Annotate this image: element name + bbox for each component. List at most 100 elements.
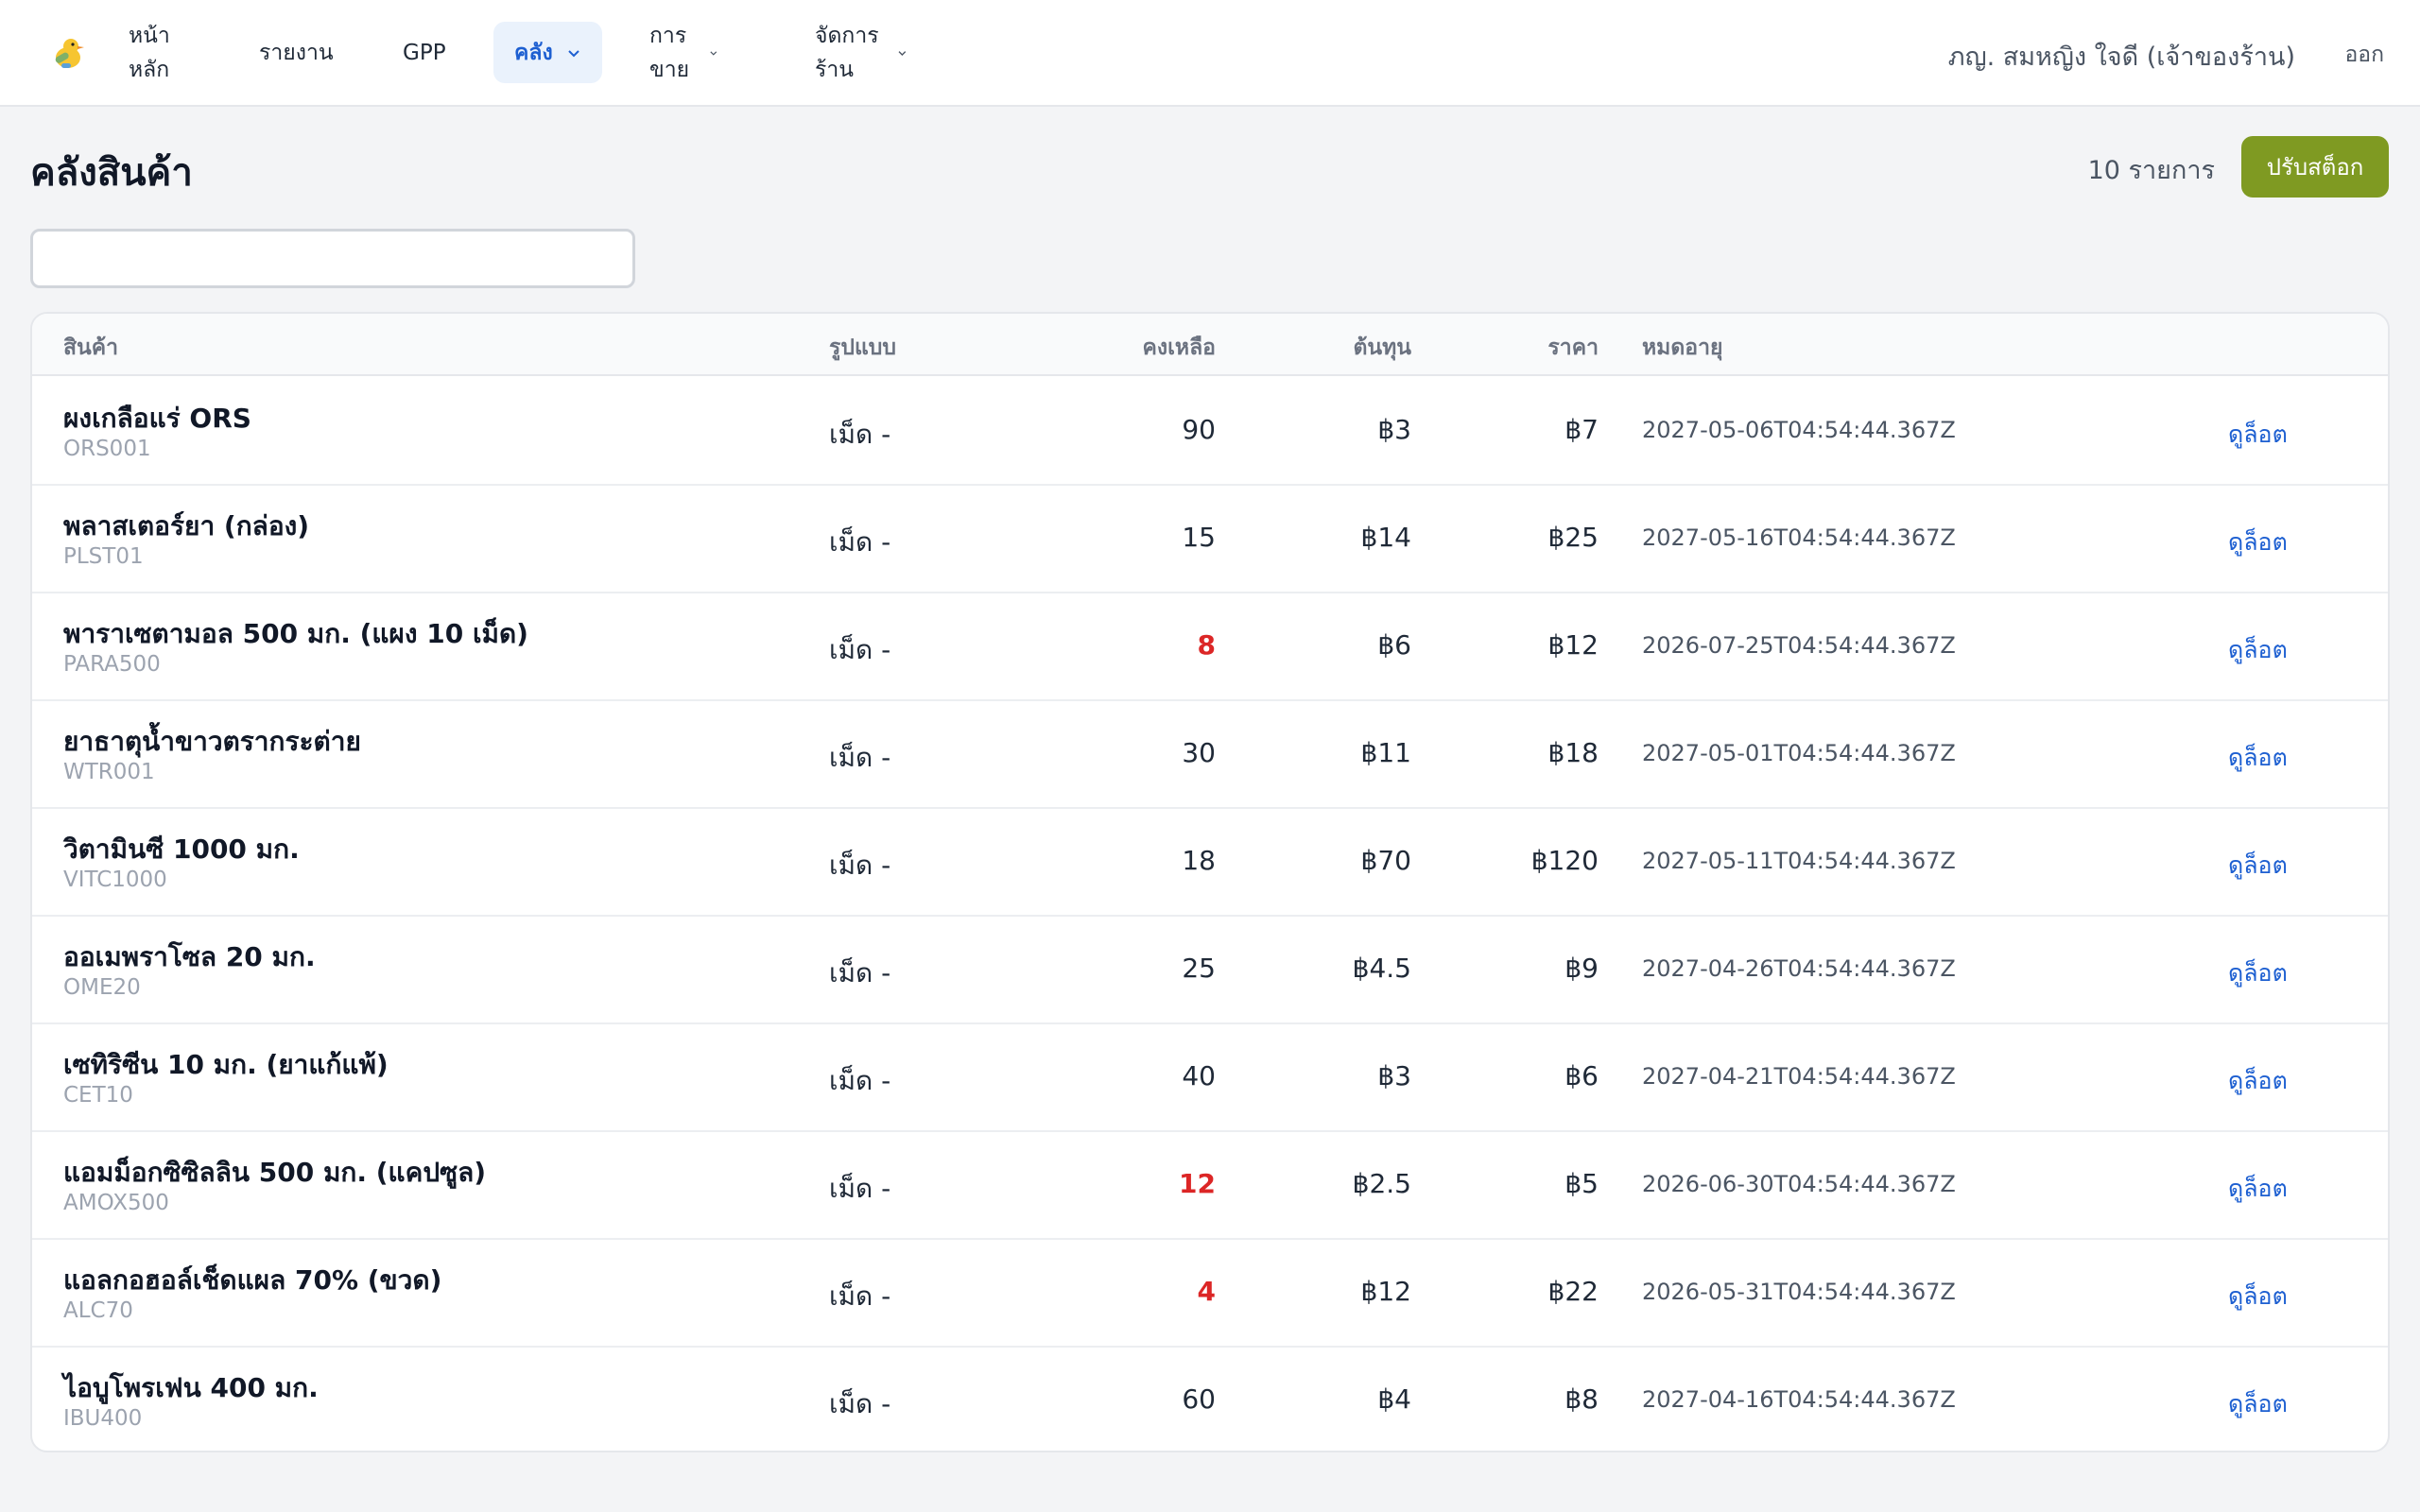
remaining-qty: 12 xyxy=(1179,1168,1216,1199)
view-lots-link[interactable]: ดูล็อต xyxy=(2228,954,2288,992)
nav-store-management-label: จัดการร้าน xyxy=(815,23,879,82)
product-code: IBU400 xyxy=(63,1406,143,1431)
product-code: PARA500 xyxy=(63,652,161,677)
header-form: รูปแบบ xyxy=(829,335,896,360)
product-form: เม็ด - xyxy=(829,1065,891,1096)
cost-value: ฿3 xyxy=(1377,1060,1411,1091)
nav-reports[interactable]: รายงาน xyxy=(238,22,354,83)
table-row: พาราเซตามอล 500 มก. (แผง 10 เม็ด) PARA50… xyxy=(32,593,2388,701)
nav-reports-label: รายงาน xyxy=(259,40,334,65)
remaining-qty: 15 xyxy=(1182,522,1216,553)
search-input[interactable] xyxy=(30,229,635,288)
view-lots-link[interactable]: ดูล็อต xyxy=(2228,847,2288,885)
product-code: ORS001 xyxy=(63,437,151,461)
cost-value: ฿4.5 xyxy=(1352,953,1411,984)
product-name: แอมม็อกซิซิลลิน 500 มก. (แคปซูล) xyxy=(63,1157,487,1188)
product-form: เม็ด - xyxy=(829,419,891,450)
view-lots-link[interactable]: ดูล็อต xyxy=(2228,1278,2288,1315)
price-value: ฿6 xyxy=(1564,1060,1599,1091)
price-value: ฿8 xyxy=(1564,1383,1599,1415)
nav-home[interactable]: หน้าหลัก xyxy=(108,22,191,83)
view-lots-link[interactable]: ดูล็อต xyxy=(2228,739,2288,777)
expiry-date: 2027-04-21T04:54:44.367Z xyxy=(1642,1063,1956,1090)
view-lots-link[interactable]: ดูล็อต xyxy=(2228,524,2288,561)
item-count: 10 รายการ xyxy=(2087,156,2215,185)
cost-value: ฿11 xyxy=(1360,737,1411,768)
chick-pill-icon[interactable] xyxy=(49,32,89,72)
cost-value: ฿4 xyxy=(1377,1383,1411,1415)
product-name: ออเมพราโซล 20 มก. xyxy=(63,941,316,972)
product-code: OME20 xyxy=(63,975,141,1000)
chevron-down-icon xyxy=(709,50,717,56)
price-value: ฿5 xyxy=(1564,1168,1599,1199)
expiry-date: 2026-07-25T04:54:44.367Z xyxy=(1642,632,1956,659)
header-cost: ต้นทุน xyxy=(1353,335,1411,360)
logout-link[interactable]: ออก xyxy=(2344,38,2384,72)
view-lots-link[interactable]: ดูล็อต xyxy=(2228,416,2288,454)
product-name: ไอบูโพรเฟน 400 มก. xyxy=(63,1372,319,1403)
product-form: เม็ด - xyxy=(829,526,891,558)
cost-value: ฿14 xyxy=(1360,522,1411,553)
cost-value: ฿2.5 xyxy=(1352,1168,1411,1199)
nav-sales[interactable]: การขาย xyxy=(629,22,738,83)
cost-value: ฿70 xyxy=(1360,845,1411,876)
product-code: WTR001 xyxy=(63,760,155,784)
expiry-date: 2026-06-30T04:54:44.367Z xyxy=(1642,1171,1956,1197)
nav-store-management[interactable]: จัดการร้าน xyxy=(794,22,928,83)
price-value: ฿25 xyxy=(1547,522,1599,553)
expiry-date: 2027-04-26T04:54:44.367Z xyxy=(1642,955,1956,982)
user-name: ภญ. สมหญิง ใจดี (เจ้าของร้าน) xyxy=(1947,43,2295,72)
nav-gpp[interactable]: GPP xyxy=(382,22,467,83)
nav-sales-label: การขาย xyxy=(649,23,690,82)
expiry-date: 2027-05-01T04:54:44.367Z xyxy=(1642,740,1956,766)
product-name: ยาธาตุน้ำขาวตรากระต่าย xyxy=(63,726,361,757)
view-lots-link[interactable]: ดูล็อต xyxy=(2228,631,2288,669)
table-row: เซทิริซีน 10 มก. (ยาแก้แพ้) CET10 เม็ด -… xyxy=(32,1024,2388,1132)
header-price: ราคา xyxy=(1547,335,1599,360)
chevron-down-icon xyxy=(898,50,907,56)
price-value: ฿22 xyxy=(1547,1276,1599,1307)
adjust-stock-button[interactable]: ปรับสต็อก xyxy=(2241,136,2389,198)
table-header: สินค้า รูปแบบ คงเหลือ ต้นทุน ราคา หมดอาย… xyxy=(32,314,2388,376)
remaining-qty: 18 xyxy=(1182,845,1216,876)
header-expiry: หมดอายุ xyxy=(1642,335,1723,360)
table-row: ผงเกลือแร่ ORS ORS001 เม็ด - 90 ฿3 ฿7 20… xyxy=(32,378,2388,486)
product-name: วิตามินซี 1000 มก. xyxy=(63,833,300,865)
price-value: ฿18 xyxy=(1547,737,1599,768)
remaining-qty: 60 xyxy=(1182,1383,1216,1415)
header-product: สินค้า xyxy=(63,335,119,360)
view-lots-link[interactable]: ดูล็อต xyxy=(2228,1385,2288,1423)
product-code: AMOX500 xyxy=(63,1191,169,1215)
remaining-qty: 30 xyxy=(1182,737,1216,768)
cost-value: ฿3 xyxy=(1377,414,1411,445)
product-name: เซทิริซีน 10 มก. (ยาแก้แพ้) xyxy=(63,1049,389,1080)
product-name: ผงเกลือแร่ ORS xyxy=(63,403,251,434)
chevron-down-icon xyxy=(568,49,579,57)
cost-value: ฿6 xyxy=(1377,629,1411,661)
price-value: ฿7 xyxy=(1564,414,1599,445)
top-nav-bar: หน้าหลัก รายงาน GPP คลัง การขาย จัดการร้… xyxy=(0,0,2420,107)
view-lots-link[interactable]: ดูล็อต xyxy=(2228,1062,2288,1100)
product-form: เม็ด - xyxy=(829,957,891,988)
expiry-date: 2027-05-16T04:54:44.367Z xyxy=(1642,524,1956,551)
remaining-qty: 8 xyxy=(1197,629,1216,661)
view-lots-link[interactable]: ดูล็อต xyxy=(2228,1170,2288,1208)
nav-gpp-label: GPP xyxy=(403,40,446,65)
nav-inventory-label: คลัง xyxy=(514,40,553,65)
nav-home-label: หน้าหลัก xyxy=(129,23,170,82)
table-row: แอลกอฮอล์เช็ดแผล 70% (ขวด) ALC70 เม็ด - … xyxy=(32,1240,2388,1348)
price-value: ฿120 xyxy=(1530,845,1599,876)
product-code: ALC70 xyxy=(63,1298,133,1323)
table-row: ไอบูโพรเฟน 400 มก. IBU400 เม็ด - 60 ฿4 ฿… xyxy=(32,1348,2388,1451)
expiry-date: 2027-05-11T04:54:44.367Z xyxy=(1642,848,1956,874)
nav-inventory[interactable]: คลัง xyxy=(493,22,602,83)
price-value: ฿9 xyxy=(1564,953,1599,984)
table-row: ออเมพราโซล 20 มก. OME20 เม็ด - 25 ฿4.5 ฿… xyxy=(32,917,2388,1024)
product-code: VITC1000 xyxy=(63,868,167,892)
remaining-qty: 4 xyxy=(1197,1276,1216,1307)
product-name: พาราเซตามอล 500 มก. (แผง 10 เม็ด) xyxy=(63,618,528,649)
product-form: เม็ด - xyxy=(829,1173,891,1204)
remaining-qty: 40 xyxy=(1182,1060,1216,1091)
product-form: เม็ด - xyxy=(829,742,891,773)
header-remaining: คงเหลือ xyxy=(1142,335,1216,360)
